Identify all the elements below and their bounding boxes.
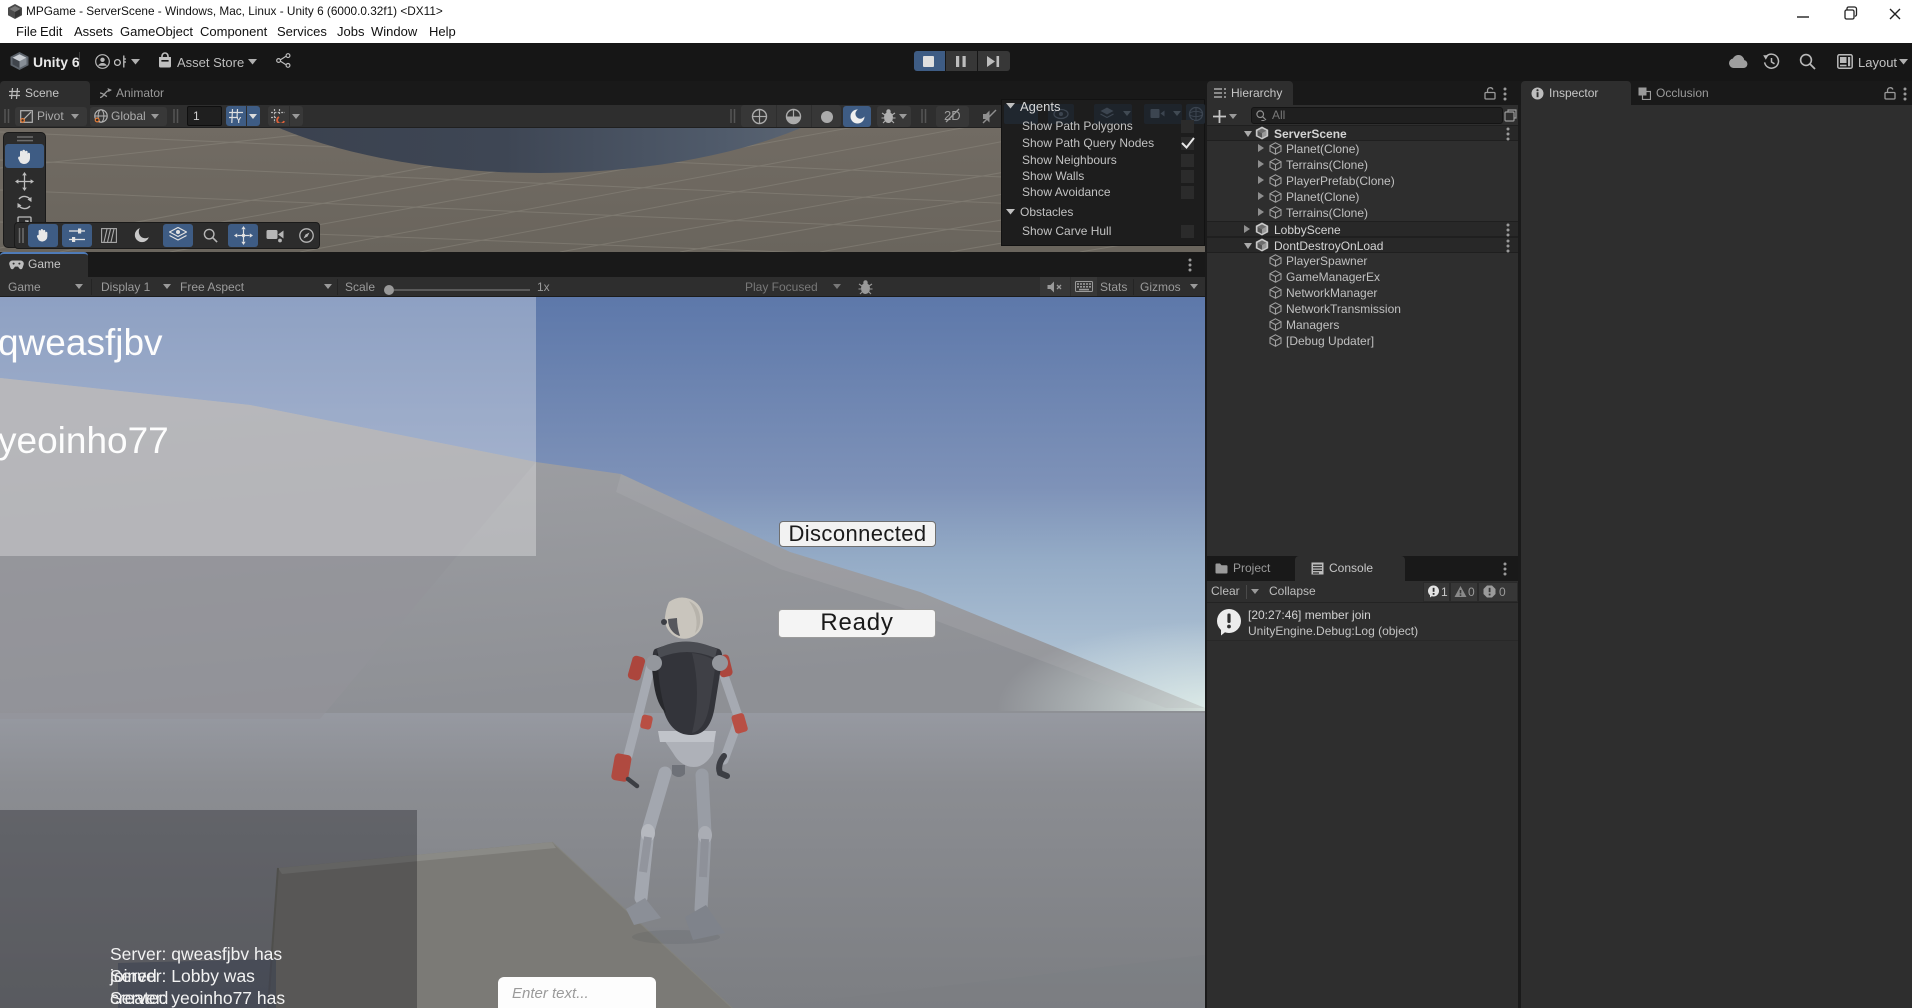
svg-text:Y: Y xyxy=(236,116,242,123)
